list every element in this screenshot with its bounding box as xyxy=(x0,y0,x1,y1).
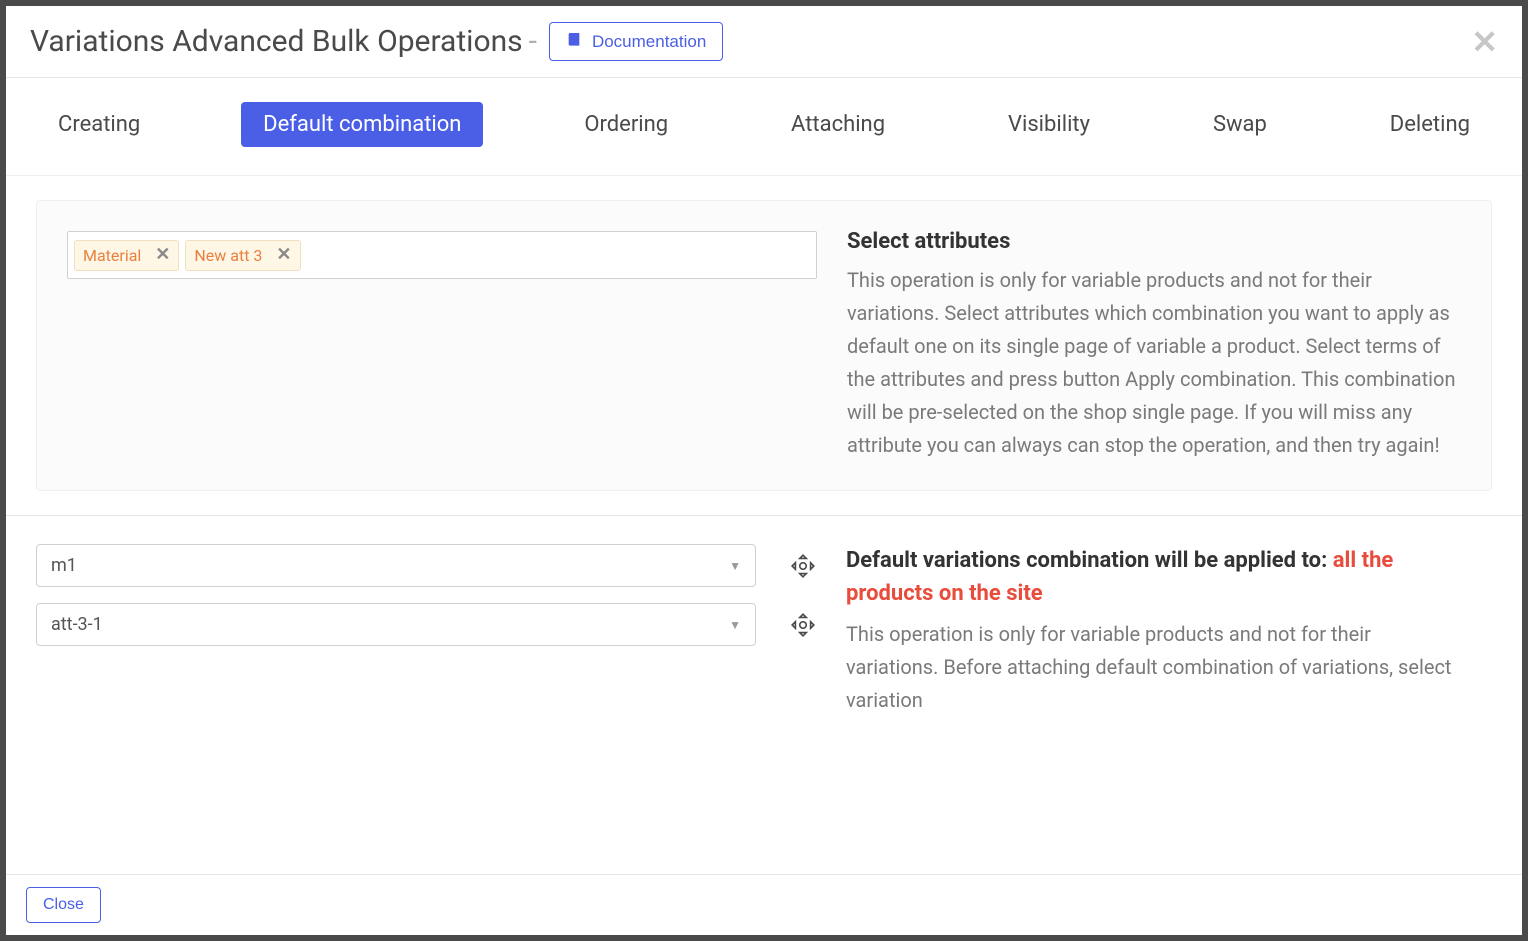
term-select-m1[interactable]: m1 ▼ xyxy=(36,544,756,587)
book-icon xyxy=(566,31,582,52)
close-button[interactable]: Close xyxy=(26,887,101,923)
title-dash: - xyxy=(529,24,537,59)
modal-title: Variations Advanced Bulk Operations xyxy=(30,24,523,59)
attribute-tag: Material ✕ xyxy=(74,240,179,271)
select-row: m1 ▼ xyxy=(36,544,846,587)
tabs-nav: Creating Default combination Ordering At… xyxy=(6,78,1522,176)
terms-section: m1 ▼ att-3-1 ▼ xyxy=(6,516,1522,727)
tab-visibility[interactable]: Visibility xyxy=(986,102,1112,147)
tab-default-combination[interactable]: Default combination xyxy=(241,102,483,147)
chevron-down-icon: ▼ xyxy=(729,559,741,573)
documentation-button[interactable]: Documentation xyxy=(549,22,723,61)
applied-text: This operation is only for variable prod… xyxy=(846,618,1464,717)
tag-remove-icon[interactable]: ✕ xyxy=(155,246,170,264)
applied-title: Default variations combination will be a… xyxy=(846,544,1464,610)
modal-header: Variations Advanced Bulk Operations - Do… xyxy=(6,6,1522,78)
move-icon[interactable] xyxy=(790,612,816,638)
tab-attaching[interactable]: Attaching xyxy=(769,102,907,147)
modal-footer: Close xyxy=(6,874,1522,935)
tag-label: New att 3 xyxy=(194,246,262,265)
modal-dialog: Variations Advanced Bulk Operations - Do… xyxy=(6,6,1522,935)
tab-ordering[interactable]: Ordering xyxy=(562,102,690,147)
select-value: m1 xyxy=(51,555,77,576)
close-icon[interactable]: ✕ xyxy=(1471,26,1498,58)
attributes-tags-input[interactable]: Material ✕ New att 3 ✕ xyxy=(67,231,817,279)
attributes-input-area: Material ✕ New att 3 ✕ xyxy=(37,201,847,490)
tab-creating[interactable]: Creating xyxy=(36,102,162,147)
info-title: Select attributes xyxy=(847,229,1463,254)
info-text: This operation is only for variable prod… xyxy=(847,264,1463,462)
modal-body[interactable]: Creating Default combination Ordering At… xyxy=(6,78,1522,874)
attribute-tag: New att 3 ✕ xyxy=(185,240,300,271)
tab-deleting[interactable]: Deleting xyxy=(1368,102,1492,147)
attributes-panel: Material ✕ New att 3 ✕ Select attributes… xyxy=(36,200,1492,491)
documentation-label: Documentation xyxy=(592,32,706,52)
tag-label: Material xyxy=(83,246,141,265)
term-select-att-3-1[interactable]: att-3-1 ▼ xyxy=(36,603,756,646)
selects-column: m1 ▼ att-3-1 ▼ xyxy=(36,544,846,717)
attributes-info: Select attributes This operation is only… xyxy=(847,201,1491,490)
tag-remove-icon[interactable]: ✕ xyxy=(276,246,291,264)
applied-prefix: Default variations combination will be a… xyxy=(846,548,1333,573)
select-value: att-3-1 xyxy=(51,614,103,635)
select-row: att-3-1 ▼ xyxy=(36,603,846,646)
move-icon[interactable] xyxy=(790,553,816,579)
applied-info: Default variations combination will be a… xyxy=(846,544,1492,717)
chevron-down-icon: ▼ xyxy=(729,618,741,632)
tab-swap[interactable]: Swap xyxy=(1191,102,1289,147)
